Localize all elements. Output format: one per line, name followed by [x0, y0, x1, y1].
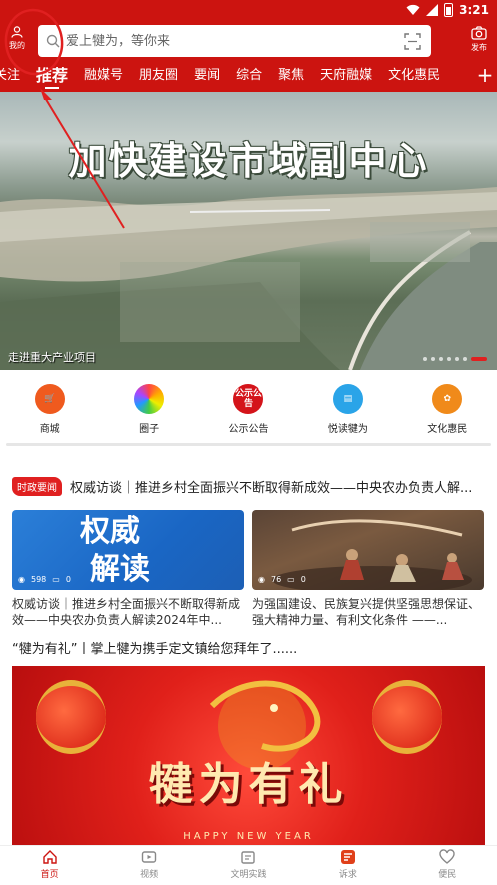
- appeal-icon: [340, 850, 355, 864]
- battery-icon: [444, 3, 454, 17]
- search-input[interactable]: [66, 25, 396, 57]
- nav-label: 视频: [140, 870, 159, 880]
- category-tabs: 关注 推荐 融媒号 朋友圈 要闻 综合 聚焦 天府融媒 文化惠民 +: [0, 60, 497, 92]
- headline-text: 权威访谈｜推进乡村全面振兴不断取得新成效——中央农办负责人解...: [70, 480, 473, 496]
- quick-link[interactable]: ▤ 悦读犍为: [308, 380, 388, 440]
- me-label: 我的: [9, 41, 25, 50]
- comment-icon: ▭: [52, 575, 60, 584]
- tab-recommend-active[interactable]: 推荐: [28, 60, 76, 92]
- card-image-text: 权威: [80, 514, 140, 549]
- banner-caption: 走进重大产业项目: [8, 351, 96, 364]
- quick-link-label: 文化惠民: [427, 424, 468, 435]
- status-time: 3:21: [459, 3, 489, 17]
- tab-item[interactable]: 关注: [0, 60, 28, 92]
- eye-icon: ◉: [18, 575, 25, 584]
- scan-icon[interactable]: [404, 33, 421, 50]
- banner-calligraphy: 犍为有礼: [148, 759, 349, 810]
- card-image: ◉ 76 ▭ 0: [252, 510, 484, 590]
- culture-icon: ✿: [432, 384, 463, 414]
- heart-icon: [439, 849, 455, 864]
- notice-icon: 公示公告: [233, 384, 264, 414]
- top-header: 我的 发布: [0, 22, 497, 60]
- rainbow-circle-icon: [134, 384, 165, 414]
- comment-count: 0: [300, 575, 306, 584]
- quick-link[interactable]: 公示公告 公示公告: [208, 380, 288, 440]
- banner-subtitle: HAPPY NEW YEAR: [183, 831, 314, 842]
- nav-label: 便民: [438, 870, 457, 880]
- practice-icon: [241, 851, 256, 864]
- wifi-icon: [406, 4, 420, 15]
- pager-dot: [463, 357, 467, 361]
- card-image-text: 解读: [90, 552, 150, 587]
- me-button[interactable]: 我的: [4, 26, 30, 56]
- tab-item[interactable]: 综合: [228, 60, 270, 92]
- quick-links: 🛒 商城 圈子 公示公告 公示公告 ▤ 悦读犍为 ✿ 文化惠民: [0, 380, 497, 440]
- quick-link-label: 商城: [39, 424, 60, 435]
- publish-button[interactable]: 发布: [465, 26, 493, 56]
- camera-icon: [471, 26, 487, 40]
- quick-link[interactable]: 🛒 商城: [10, 380, 90, 440]
- tab-item[interactable]: 朋友圈: [131, 60, 186, 92]
- nav-label: 首页: [40, 870, 59, 880]
- new-year-banner[interactable]: 犍为有礼 HAPPY NEW YEAR: [12, 666, 485, 846]
- nav-item[interactable]: 文明实践: [213, 846, 283, 885]
- card-image: 权威 解读 ◉ 598 ▭ 0: [12, 510, 244, 590]
- news-card[interactable]: ◉ 76 ▭ 0 为强国建设、民族复兴提供坚强思想保证、强大精神力量、有利文化条…: [252, 510, 484, 628]
- card-meta: ◉ 76 ▭ 0: [258, 575, 306, 584]
- video-icon: [141, 851, 157, 863]
- quick-link[interactable]: 圈子: [109, 380, 189, 440]
- nav-label: 诉求: [338, 870, 357, 880]
- shopping-cart-icon: 🛒: [34, 384, 65, 414]
- tab-item[interactable]: 聚焦: [270, 60, 312, 92]
- comment-count: 0: [65, 575, 71, 584]
- card-title: 权威访谈｜推进乡村全面振兴不断取得新成效——中央农办负责人解读2024年中...: [12, 597, 241, 627]
- pager-dot: [431, 357, 435, 361]
- nav-item[interactable]: 便民: [412, 846, 482, 885]
- eye-icon: ◉: [258, 575, 265, 584]
- tab-item[interactable]: 要闻: [186, 60, 228, 92]
- quick-link-label: 圈子: [139, 424, 160, 435]
- search-icon: [46, 34, 60, 48]
- comment-icon: ▭: [287, 575, 295, 584]
- home-icon: [42, 850, 57, 864]
- headline-badge: 时政要闻: [12, 476, 62, 496]
- quick-link-label: 悦读犍为: [327, 424, 368, 435]
- banner-pager: [423, 357, 487, 361]
- card-meta: ◉ 598 ▭ 0: [18, 575, 71, 584]
- quick-link-label: 公示公告: [228, 424, 269, 435]
- news-card[interactable]: 权威 解读 ◉ 598 ▭ 0 权威访谈｜推进乡村全面振兴不断取得新成效——中央…: [12, 510, 244, 628]
- pager-dot: [439, 357, 443, 361]
- section-divider: [6, 443, 491, 446]
- nav-label: 文明实践: [230, 870, 267, 880]
- add-tab-button[interactable]: +: [473, 60, 497, 92]
- signal-icon: [426, 4, 439, 16]
- view-count: 76: [270, 575, 282, 584]
- tab-item[interactable]: 文化惠民: [380, 60, 448, 92]
- nav-item[interactable]: 诉求: [313, 846, 383, 885]
- user-icon: [11, 26, 23, 38]
- hero-banner[interactable]: 加快建设市域副中心 走进重大产业项目: [0, 92, 497, 370]
- banner-title: 加快建设市域副中心: [68, 139, 429, 183]
- nav-item[interactable]: 视频: [114, 846, 184, 885]
- publish-label: 发布: [471, 43, 487, 52]
- pager-dot-active: [471, 357, 487, 361]
- tab-item[interactable]: 天府融媒: [312, 60, 380, 92]
- pager-dot: [447, 357, 451, 361]
- reading-icon: ▤: [332, 384, 363, 414]
- pager-dot: [455, 357, 459, 361]
- quick-link[interactable]: ✿ 文化惠民: [407, 380, 487, 440]
- app-screen: 3:21 我的 发布 关注推荐融媒号朋友圈要闻综合聚焦天府融媒文化惠民 +: [0, 0, 497, 885]
- status-bar: 3:21: [0, 0, 497, 22]
- tab-item[interactable]: 融媒号: [76, 60, 131, 92]
- search-bar[interactable]: [38, 25, 431, 57]
- article-title[interactable]: “犍为有礼”丨掌上犍为携手定文镇给您拜年了......: [12, 638, 487, 657]
- nav-item[interactable]: 首页: [15, 846, 85, 885]
- card-title: 为强国建设、民族复兴提供坚强思想保证、强大精神力量、有利文化条件 ——...: [252, 597, 481, 627]
- pager-dot: [423, 357, 427, 361]
- headline-row[interactable]: 时政要闻 权威访谈｜推进乡村全面振兴不断取得新成效——中央农办负责人解...: [12, 476, 487, 496]
- bottom-nav: 首页 视频 文明实践 诉求 便民: [0, 845, 497, 885]
- view-count: 598: [30, 575, 47, 584]
